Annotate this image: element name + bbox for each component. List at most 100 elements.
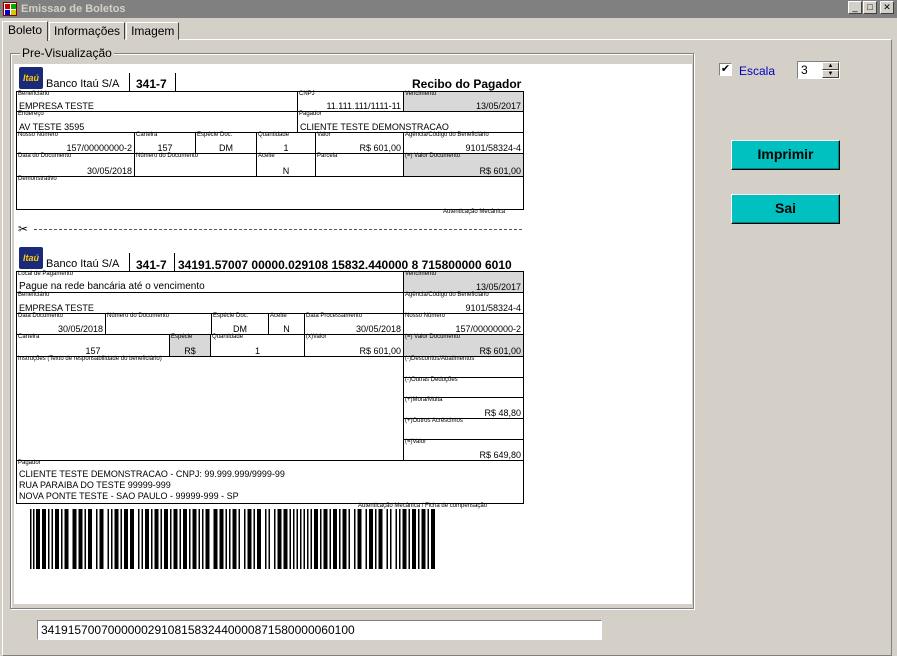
tab-boleto[interactable]: Boleto	[2, 21, 49, 41]
recibo-agencia: Agência/Código do Beneficiário 9101/58324…	[403, 132, 524, 154]
linha-digitavel-field[interactable]: 3419157007000000291081583244000087158000…	[37, 620, 602, 640]
title-bar: Emissao de Boletos _ □ ✕	[0, 0, 897, 18]
recibo-quantidade: Quantidade 1	[256, 132, 316, 154]
ficha-data-processamento: Data Processamento 30/05/2018	[304, 313, 404, 335]
imprimir-button[interactable]: Imprimir	[731, 140, 840, 170]
preview-group-title: Pre-Visualização	[20, 46, 114, 60]
recibo-carteira: Carteira 157	[134, 132, 196, 154]
recibo-valor-documento: (=) Valor Documento R$ 601,00	[403, 153, 524, 177]
spin-up-icon[interactable]: ▲	[822, 62, 839, 70]
barcode-bar	[219, 509, 224, 569]
escala-spinner[interactable]: 3 ▲ ▼	[797, 61, 840, 79]
bank-name-ficha: Banco Itaú S/A	[46, 258, 120, 270]
bank-code: 341-7	[136, 77, 167, 91]
barcode-bar	[314, 509, 318, 569]
linha-digitavel: 34191.57007 00000.029108 15832.440000 8 …	[178, 258, 512, 272]
tab-imagem[interactable]: Imagem	[126, 22, 180, 40]
barcode-bar	[179, 509, 181, 569]
barcode-bar	[232, 509, 237, 569]
itau-logo: Itaú	[19, 67, 43, 89]
recibo-especie-doc: Espécie Doc. DM	[195, 132, 257, 154]
barcode-bar	[365, 509, 367, 569]
barcode-bar	[300, 509, 302, 569]
escala-checkbox[interactable]: ✔	[719, 63, 732, 76]
barcode-bar	[61, 509, 63, 569]
recibo-parcela: Parcela	[315, 153, 404, 177]
barcode-bar	[51, 509, 53, 569]
barcode	[30, 509, 435, 569]
scissors-icon: ✂	[18, 222, 29, 236]
barcode-bar	[268, 509, 270, 569]
ficha-instrucoes: Instruções (Texto de responsabilidade do…	[16, 356, 404, 461]
barcode-bar	[412, 509, 416, 569]
ficha-valor-cobrado: (=)Valor R$ 649,80	[403, 439, 524, 461]
ficha-beneficiario: Beneficiário EMPRESA TESTE	[16, 292, 404, 314]
barcode-bar	[427, 509, 429, 569]
window-title: Emissao de Boletos	[21, 3, 126, 15]
barcode-bar	[274, 509, 276, 569]
recibo-nosso-numero: Nosso Número 157/00000000-2	[16, 132, 135, 154]
barcode-bar	[55, 509, 59, 569]
ficha-nosso-numero: Nosso Número 157/00000000-2	[403, 313, 524, 335]
ficha-x-valor: (x)Valor R$ 601,00	[304, 334, 404, 357]
barcode-bar	[386, 509, 388, 569]
recibo-data-documento: Data do Documento 30/05/2018	[16, 153, 135, 177]
barcode-bar	[244, 509, 246, 569]
barcode-bar	[120, 509, 122, 569]
ficha-aceite: Aceite N	[268, 313, 305, 335]
barcode-bar	[205, 509, 210, 569]
ficha-valor-documento: (=) Valor Documento R$ 601,00	[403, 334, 524, 357]
barcode-bar	[390, 509, 392, 569]
barcode-bar	[141, 509, 143, 569]
barcode-bar	[289, 509, 291, 569]
recibo-numero-documento: Número do Documento	[134, 153, 257, 177]
spin-down-icon[interactable]: ▼	[822, 70, 839, 78]
ficha-quantidade: Quantidade 1	[210, 334, 305, 357]
barcode-bar	[151, 509, 153, 569]
ficha-local-pagamento: Local de Pagamento Pague na rede bancária…	[16, 271, 404, 293]
barcode-bar	[402, 509, 407, 569]
recibo-demonstrativo: Demonstrativo	[16, 176, 524, 210]
ficha-carteira: Carteira 157	[16, 334, 170, 357]
barcode-bar	[78, 509, 83, 569]
barcode-bar	[265, 509, 267, 569]
ficha-especie-doc: Espécie Doc. DM	[211, 313, 269, 335]
barcode-bar	[329, 509, 331, 569]
barcode-bar	[238, 509, 240, 569]
pagador-line-1: CLIENTE TESTE DEMONSTRACAO - CNPJ: 99.99…	[19, 469, 285, 479]
barcode-bar	[399, 509, 401, 569]
barcode-bar	[333, 509, 337, 569]
ficha-agencia: Agência/Código do Beneficiário 9101/58324…	[403, 292, 524, 314]
barcode-bar	[84, 509, 86, 569]
bank-name: Banco Itaú S/A	[46, 78, 120, 90]
barcode-bar	[369, 509, 373, 569]
ficha-descontos: (-)Descontos/Abatimentos	[403, 356, 524, 378]
barcode-bar	[154, 509, 159, 569]
barcode-bar	[395, 509, 397, 569]
ficha-outros-acrescimos: (+)Outros Acréscimos	[403, 418, 524, 440]
escala-value: 3	[801, 63, 808, 77]
barcode-bar	[192, 509, 197, 569]
close-button[interactable]: ✕	[880, 1, 894, 14]
ficha-vencimento: Vencimento 13/05/2017	[403, 271, 524, 293]
sair-button[interactable]: Sai	[731, 194, 840, 224]
barcode-bar	[375, 509, 377, 569]
recibo-pagador: Pagador CLIENTE TESTE DEMONSTRACAO	[297, 111, 524, 133]
barcode-bar	[164, 509, 168, 569]
tab-informacoes[interactable]: Informações	[49, 22, 126, 40]
barcode-bar	[348, 509, 350, 569]
barcode-bar	[173, 509, 178, 569]
barcode-bar	[88, 509, 92, 569]
maximize-button[interactable]: □	[863, 1, 877, 14]
barcode-bar	[418, 509, 420, 569]
barcode-bar	[357, 509, 362, 569]
barcode-bar	[303, 509, 305, 569]
ficha-mora-multa: (+)Mora/Multa R$ 48,80	[403, 397, 524, 419]
ficha-numero-documento: Número do Documento	[105, 313, 212, 335]
barcode-bar	[107, 509, 109, 569]
recibo-title: Recibo do Pagador	[412, 77, 522, 91]
barcode-bar	[296, 509, 298, 569]
barcode-bar	[130, 509, 134, 569]
minimize-button[interactable]: _	[848, 1, 862, 14]
escala-label: Escala	[739, 64, 776, 78]
